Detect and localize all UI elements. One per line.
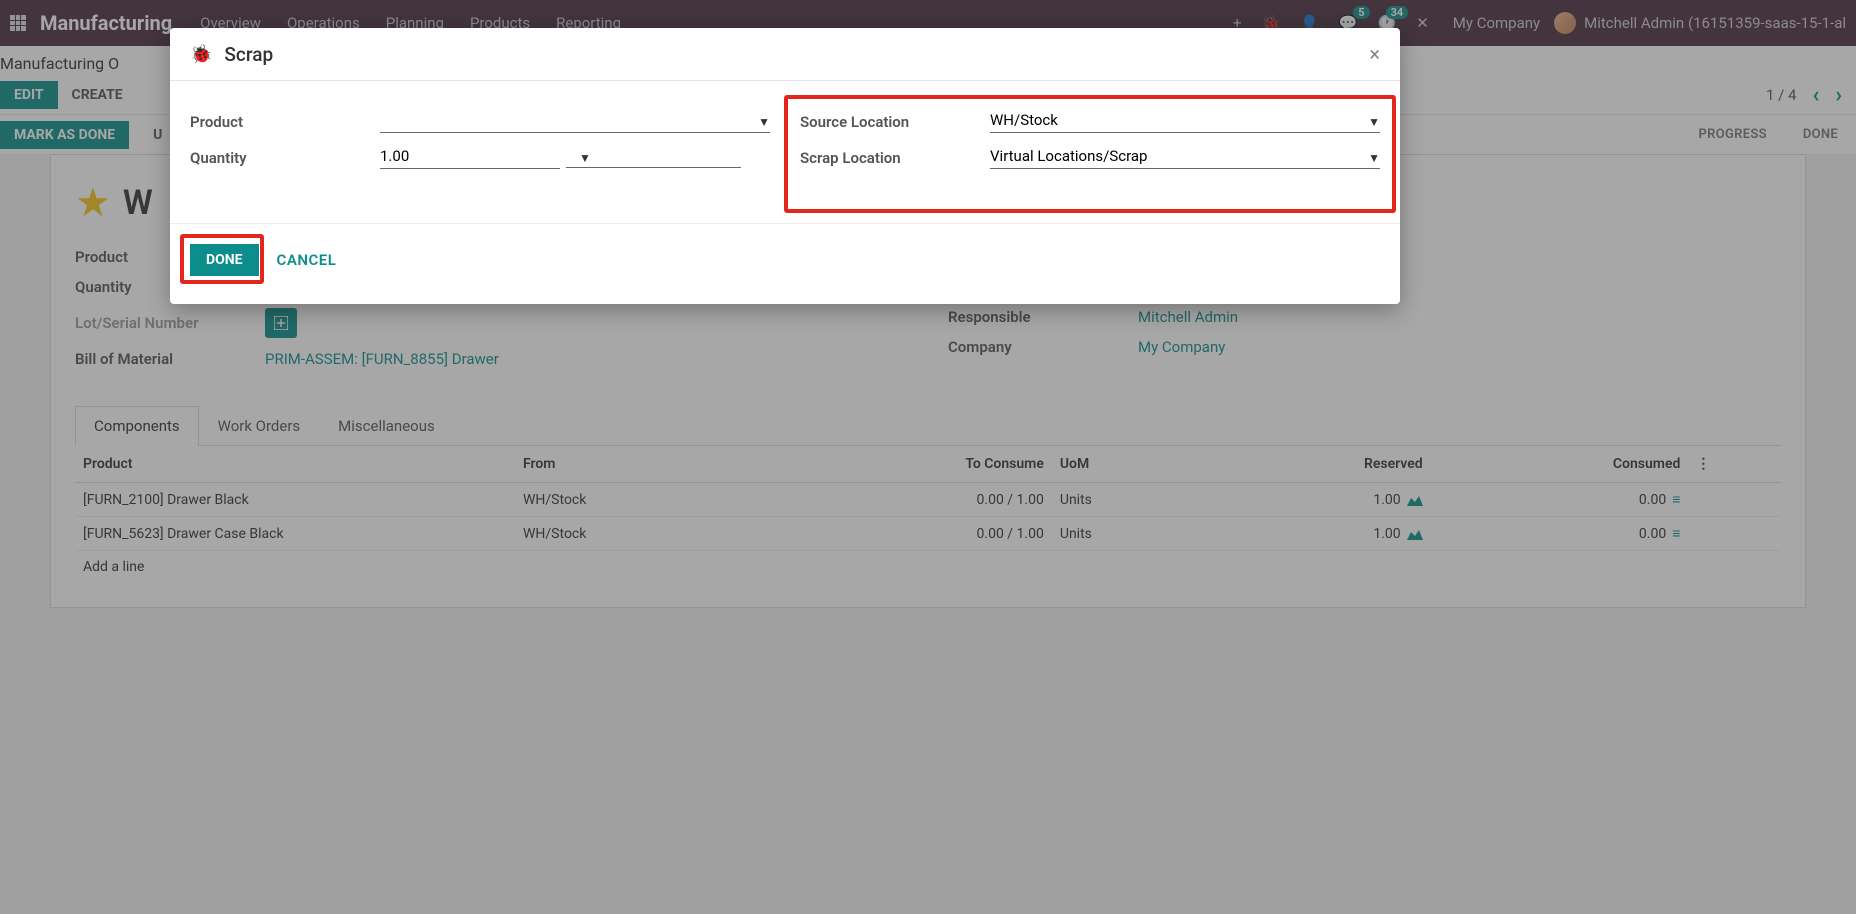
product-field[interactable] [380, 111, 758, 129]
modal-product-label: Product [190, 113, 380, 131]
modal-left-column: Product ▼ Quantity ▼ [190, 111, 770, 183]
close-icon[interactable]: × [1369, 42, 1380, 66]
quantity-field[interactable] [380, 147, 579, 165]
modal-quantity-input[interactable]: ▼ [380, 147, 560, 169]
modal-quantity-label: Quantity [190, 149, 380, 167]
done-button[interactable]: DONE [190, 244, 259, 276]
modal-right-column: Source Location ▼ Scrap Location ▼ [800, 111, 1380, 183]
source-location-field[interactable] [990, 111, 1368, 129]
caret-down-icon[interactable]: ▼ [1368, 151, 1380, 165]
modal-product-input[interactable]: ▼ [380, 111, 770, 133]
source-location-input[interactable]: ▼ [990, 111, 1380, 133]
caret-down-icon[interactable]: ▼ [1368, 115, 1380, 129]
scrap-location-label: Scrap Location [800, 149, 990, 167]
modal-unit-field[interactable] [566, 148, 741, 168]
cancel-button[interactable]: CANCEL [277, 251, 337, 269]
scrap-modal: 🐞 Scrap × Product ▼ Quantity ▼ [170, 28, 1400, 304]
scrap-location-field[interactable] [990, 147, 1368, 165]
caret-down-icon[interactable]: ▼ [758, 115, 770, 129]
modal-title: Scrap [224, 43, 273, 66]
source-location-label: Source Location [800, 113, 990, 131]
scrap-location-input[interactable]: ▼ [990, 147, 1380, 169]
bug-icon[interactable]: 🐞 [190, 44, 212, 65]
